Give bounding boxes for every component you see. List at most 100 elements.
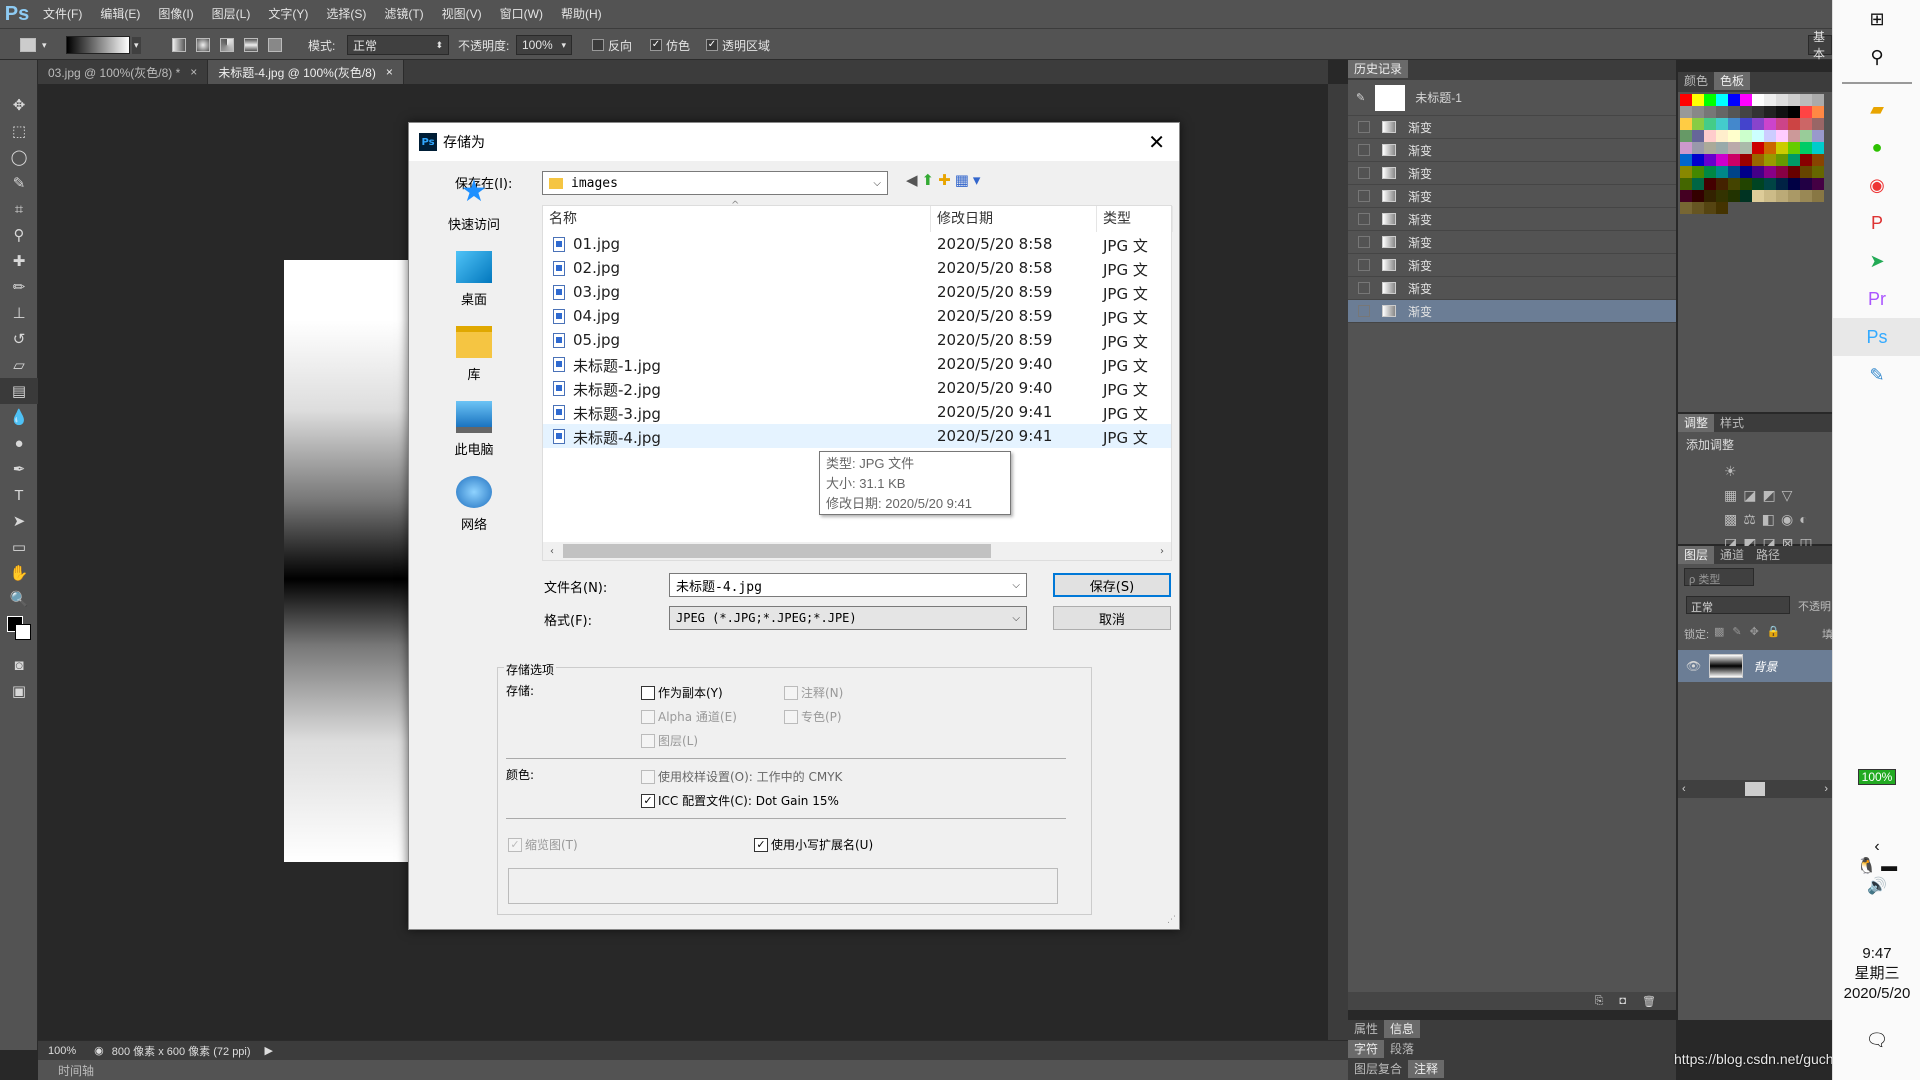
close-icon[interactable]: ✕ xyxy=(1148,130,1165,154)
color-swatch[interactable] xyxy=(1740,166,1752,178)
column-type[interactable]: 类型 xyxy=(1097,206,1173,232)
lock-icons[interactable]: ▩✎✥🔒 xyxy=(1714,625,1789,638)
color-swatch[interactable] xyxy=(1716,190,1728,202)
color-swatch[interactable] xyxy=(1692,142,1704,154)
tab-info[interactable]: 信息 xyxy=(1384,1020,1421,1038)
messenger-icon[interactable]: ➤ xyxy=(1833,242,1920,280)
file-explorer-icon[interactable]: ▰ xyxy=(1833,90,1920,128)
icc-profile-checkbox[interactable]: ✓ ICC 配置文件(C): Dot Gain 15% xyxy=(641,792,839,809)
file-row[interactable]: 01.jpg 2020/5/20 8:58 JPG 文 xyxy=(543,232,1171,256)
gradient-tool-icon[interactable]: ▤ xyxy=(0,378,38,404)
new-folder-icon[interactable]: ✚ xyxy=(938,171,955,189)
history-checkbox[interactable] xyxy=(1358,282,1370,294)
spot-colors-checkbox[interactable]: 专色(P) xyxy=(784,708,842,725)
tab-paragraph[interactable]: 段落 xyxy=(1384,1040,1420,1058)
tab-styles[interactable]: 样式 xyxy=(1714,414,1750,432)
color-swatch[interactable] xyxy=(1764,190,1776,202)
color-swatch[interactable] xyxy=(1788,118,1800,130)
folder-nav-buttons[interactable]: ◀⬆✚▦▾ xyxy=(906,171,984,189)
cancel-button[interactable]: 取消 xyxy=(1053,606,1171,630)
brush-tool-icon[interactable]: ✏ xyxy=(0,274,38,300)
history-item[interactable]: 渐变 xyxy=(1348,185,1676,208)
color-swatch[interactable] xyxy=(1752,94,1764,106)
color-swatch[interactable] xyxy=(1728,154,1740,166)
shape-tool-icon[interactable]: ▭ xyxy=(0,534,38,560)
color-swatch[interactable] xyxy=(1740,190,1752,202)
menu-select[interactable]: 选择(S) xyxy=(317,0,375,28)
place-network[interactable]: 网络 xyxy=(409,467,539,542)
file-row[interactable]: 未标题-3.jpg 2020/5/20 9:41 JPG 文 xyxy=(543,400,1171,424)
color-swatch[interactable] xyxy=(1812,94,1824,106)
color-swatch[interactable] xyxy=(1728,166,1740,178)
proof-setup-checkbox[interactable]: 使用校样设置(O): 工作中的 CMYK xyxy=(641,768,842,785)
battery-indicator[interactable]: 100% xyxy=(1833,769,1920,785)
tab-properties[interactable]: 属性 xyxy=(1348,1020,1384,1038)
pen-app-icon[interactable]: ✎ xyxy=(1833,356,1920,394)
color-swatch[interactable] xyxy=(1800,142,1812,154)
layers-scrollbar[interactable]: ‹ › xyxy=(1678,780,1832,798)
opacity-input[interactable]: 100% ▾ xyxy=(516,35,572,55)
history-snapshot[interactable]: ✎ 未标题-1 xyxy=(1348,80,1676,116)
workspace-switcher[interactable]: 基本 xyxy=(1808,30,1832,61)
color-swatch[interactable] xyxy=(1812,166,1824,178)
tab-doc-untitled-4[interactable]: 未标题-4.jpg @ 100%(灰色/8) × xyxy=(208,60,404,84)
color-swatch[interactable] xyxy=(1704,154,1716,166)
tool-preset-picker[interactable]: ▾ xyxy=(20,35,47,55)
format-select[interactable]: JPEG (*.JPG;*.JPEG;*.JPE) ⌵ xyxy=(669,606,1027,630)
menu-layer[interactable]: 图层(L) xyxy=(203,0,260,28)
color-swatch[interactable] xyxy=(1812,130,1824,142)
swatch-grid[interactable] xyxy=(1678,92,1832,216)
color-swatch[interactable] xyxy=(1788,190,1800,202)
lowercase-extension-checkbox[interactable]: ✓ 使用小写扩展名(U) xyxy=(754,836,873,853)
color-swatch[interactable] xyxy=(1716,202,1728,214)
mode-select[interactable]: 正常 ⬍ xyxy=(347,35,449,55)
color-swatch[interactable] xyxy=(1776,94,1788,106)
quick-select-tool-icon[interactable]: ✎ xyxy=(0,170,38,196)
menu-window[interactable]: 窗口(W) xyxy=(491,0,552,28)
crop-tool-icon[interactable]: ⌗ xyxy=(0,196,38,222)
color-swatch[interactable] xyxy=(1800,118,1812,130)
canvas-scrollbar[interactable] xyxy=(1328,84,1348,1040)
scroll-right-icon[interactable]: › xyxy=(1153,546,1171,557)
tab-adjustments[interactable]: 调整 xyxy=(1678,414,1715,432)
place-this-pc[interactable]: 此电脑 xyxy=(409,392,539,467)
color-swatch[interactable] xyxy=(1752,190,1764,202)
type-tool-icon[interactable]: T xyxy=(0,482,38,508)
menu-file[interactable]: 文件(F) xyxy=(34,0,91,28)
color-swatch[interactable] xyxy=(1788,178,1800,190)
color-swatch[interactable] xyxy=(1680,190,1692,202)
color-swatch[interactable] xyxy=(1800,154,1812,166)
tab-channels[interactable]: 通道 xyxy=(1714,546,1750,564)
tab-swatches[interactable]: 色板 xyxy=(1714,72,1751,90)
radial-gradient-icon[interactable] xyxy=(196,38,210,52)
history-item[interactable]: 渐变 xyxy=(1348,300,1676,323)
color-swatch[interactable] xyxy=(1740,130,1752,142)
file-row[interactable]: 05.jpg 2020/5/20 8:59 JPG 文 xyxy=(543,328,1171,352)
tray-icons[interactable]: ‹ 🐧 ▬ 🔊 xyxy=(1833,838,1920,896)
file-row[interactable]: 04.jpg 2020/5/20 8:59 JPG 文 xyxy=(543,304,1171,328)
color-swatch[interactable] xyxy=(1692,202,1704,214)
file-row[interactable]: 03.jpg 2020/5/20 8:59 JPG 文 xyxy=(543,280,1171,304)
color-swatch[interactable] xyxy=(1776,142,1788,154)
color-swatch[interactable] xyxy=(1716,118,1728,130)
color-swatch[interactable] xyxy=(1788,166,1800,178)
timeline-label[interactable]: 时间轴 xyxy=(58,1062,94,1079)
color-swatch[interactable] xyxy=(1692,166,1704,178)
history-checkbox[interactable] xyxy=(1358,121,1370,133)
search-icon[interactable]: ⚲ xyxy=(1833,38,1920,76)
alpha-channels-checkbox[interactable]: Alpha 通道(E) xyxy=(641,708,737,725)
color-swatch[interactable] xyxy=(1752,142,1764,154)
history-item[interactable]: 渐变 xyxy=(1348,208,1676,231)
history-item[interactable]: 渐变 xyxy=(1348,231,1676,254)
tab-notes[interactable]: 注释 xyxy=(1408,1060,1445,1078)
zoom-tool-icon[interactable]: 🔍 xyxy=(0,586,38,612)
color-swatch[interactable] xyxy=(1704,94,1716,106)
quick-mask-icon[interactable]: ◙ xyxy=(0,652,38,678)
place-desktop[interactable]: 桌面 xyxy=(409,242,539,317)
color-swatch[interactable] xyxy=(1716,106,1728,118)
marquee-tool-icon[interactable]: ⬚ xyxy=(0,118,38,144)
history-checkbox[interactable] xyxy=(1358,190,1370,202)
color-swatch[interactable] xyxy=(1692,118,1704,130)
color-swatch[interactable] xyxy=(1800,166,1812,178)
color-swatch[interactable] xyxy=(1728,118,1740,130)
